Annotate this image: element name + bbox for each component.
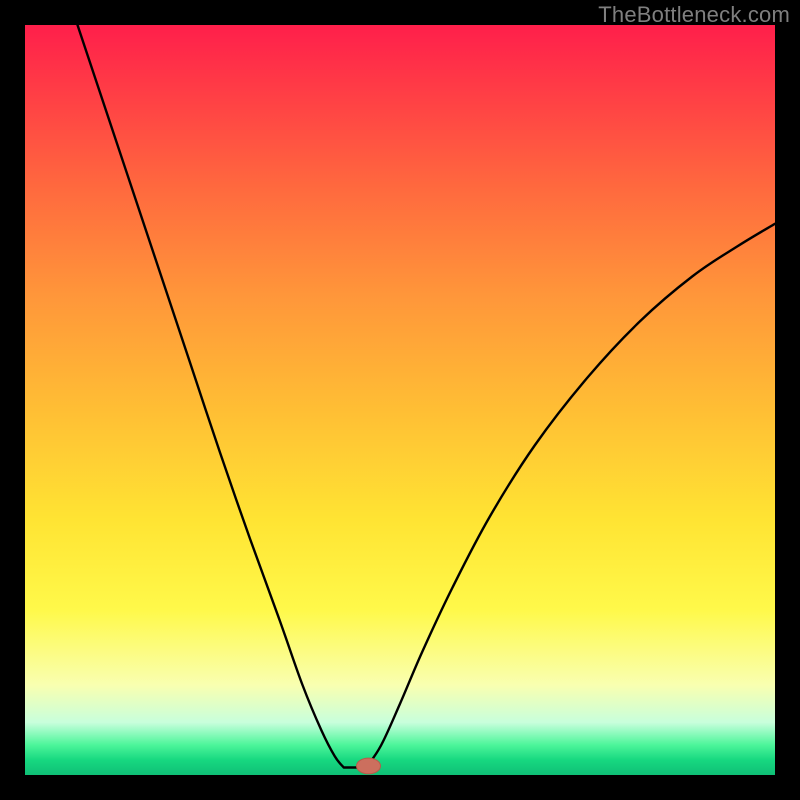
optimum-marker	[357, 758, 381, 774]
bottleneck-curve	[25, 25, 775, 775]
plot-area	[25, 25, 775, 775]
curve-path	[78, 25, 776, 769]
chart-frame: TheBottleneck.com	[0, 0, 800, 800]
